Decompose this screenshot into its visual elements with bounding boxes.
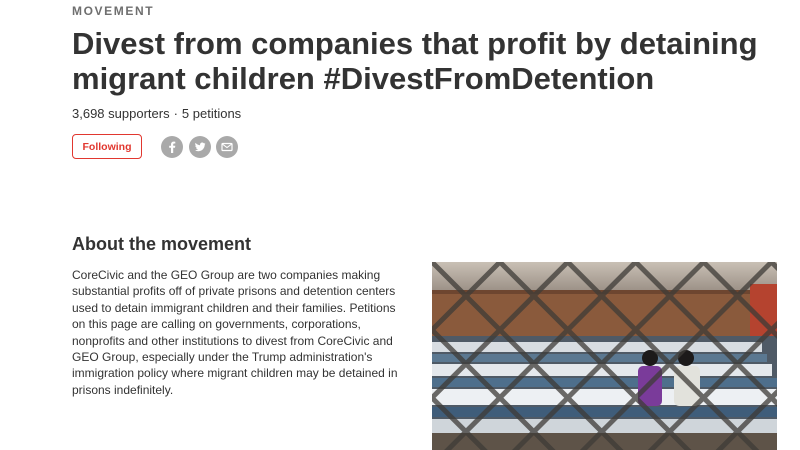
twitter-icon[interactable] <box>189 136 211 158</box>
facebook-icon[interactable] <box>161 136 183 158</box>
page-title: Divest from companies that profit by det… <box>72 26 758 96</box>
page-kicker: MOVEMENT <box>72 4 155 18</box>
petitions-count[interactable]: 5 petitions <box>182 106 241 121</box>
detention-center-photo <box>432 262 777 450</box>
supporters-count: 3,698 supporters <box>72 106 170 121</box>
about-section-title: About the movement <box>72 234 252 254</box>
following-button[interactable]: Following <box>72 134 142 159</box>
meta-separator: · <box>173 106 178 121</box>
email-icon[interactable] <box>216 136 238 158</box>
about-description: CoreCivic and the GEO Group are two comp… <box>72 268 398 397</box>
movement-stats: 3,698 supporters · 5 petitions <box>72 106 241 121</box>
